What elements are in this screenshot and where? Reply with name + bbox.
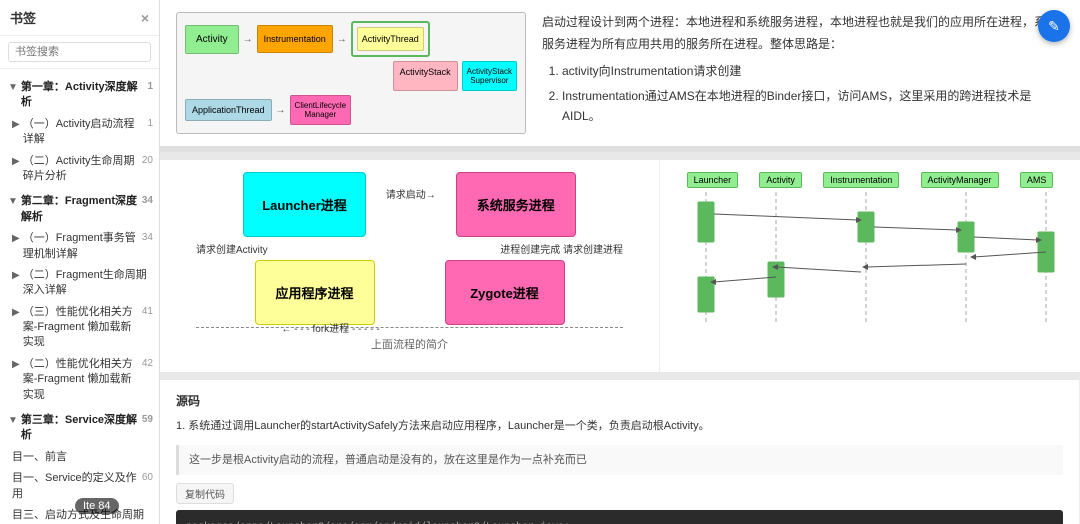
sidebar-page-num: 34 — [138, 231, 153, 245]
copy-code-button[interactable]: 复制代码 — [176, 483, 234, 504]
sidebar-search-container — [0, 36, 159, 69]
intro-paragraph: 启动过程设计到两个进程：本地进程和系统服务进程，本地进程也就是我们的应用所在进程… — [542, 12, 1064, 55]
expand-arrow-icon: ▶ — [12, 306, 20, 320]
sidebar-page-num: 20 — [138, 154, 153, 168]
float-edit-button[interactable]: ✎ — [1038, 10, 1070, 42]
expand-arrow-icon: ▼ — [8, 81, 18, 95]
step1: activity向Instrumentation请求创建 — [562, 61, 1064, 81]
top-diagram: Activity → Instrumentation → ActivityThr… — [176, 12, 526, 134]
sidebar-item-fragment-perf2[interactable]: ▶ （二）性能优化相关方案-Fragment 懒加载新实现 42 — [0, 354, 159, 406]
sidebar-item-chapter2[interactable]: ▼ 第二章：Fragment深度解析 34 — [0, 191, 159, 228]
sidebar-page-num: 34 — [138, 194, 153, 208]
diagram-footer: 上面流程的简介 — [371, 336, 448, 352]
steps-list: activity向Instrumentation请求创建 Instrumenta… — [562, 61, 1064, 126]
sequence-diagram: Launcher Activity Instrumentation Activi… — [676, 172, 1064, 332]
source-area: 源码 1. 系统通过调用Launcher的startActivitySafely… — [160, 380, 1080, 524]
sidebar-page-num: 60 — [138, 471, 153, 485]
activity-box: Activity — [185, 25, 239, 54]
sidebar-item-fragment-perf1[interactable]: ▶ （三）性能优化相关方案-Fragment 懒加载新实现 41 — [0, 302, 159, 354]
sidebar-item-service-intro[interactable]: 目一、前言 — [0, 447, 159, 468]
activitystack-box: ActivityStack — [393, 61, 458, 91]
sidebar-item-label: （一）Activity启动流程详解 — [23, 117, 144, 148]
launcher-box: Launcher进程 — [243, 172, 366, 237]
edit-icon: ✎ — [1048, 18, 1060, 35]
sidebar-item-label: 第二章：Fragment深度解析 — [21, 194, 138, 225]
expand-arrow-icon: ▶ — [12, 232, 20, 246]
sidebar-page-num: 42 — [138, 357, 153, 371]
seq-actor-ams: AMS — [1020, 172, 1054, 188]
sidebar-page-num: 1 — [143, 117, 153, 131]
sidebar-item-activity-launch[interactable]: ▶ （一）Activity启动流程详解 1 — [0, 114, 159, 151]
source-num: 1. — [176, 420, 188, 432]
seq-actor-instrumentation: Instrumentation — [823, 172, 899, 188]
seq-actor-activitymanager: ActivityManager — [921, 172, 999, 188]
intro-text-area: 启动过程设计到两个进程：本地进程和系统服务进程，本地进程也就是我们的应用所在进程… — [542, 12, 1064, 134]
sidebar-item-label: （二）Activity生命周期碎片分析 — [23, 154, 138, 185]
sidebar-item-label: 目一、前言 — [12, 450, 67, 465]
sidebar-header: 书签 × — [0, 0, 159, 36]
search-input[interactable] — [8, 42, 151, 62]
sidebar-item-label: （一）Fragment事务管理机制详解 — [23, 231, 138, 262]
sidebar-item-label: 第三章：Service深度解析 — [21, 413, 138, 444]
activitystacksupervisor-box: ActivityStackSupervisor — [462, 61, 517, 91]
expand-arrow-icon: ▶ — [12, 358, 20, 372]
app-process-box: 应用程序进程 — [255, 260, 375, 325]
sidebar-title: 书签 — [10, 8, 36, 27]
sidebar-item-chapter3[interactable]: ▼ 第三章：Service深度解析 59 — [0, 410, 159, 447]
sidebar: 书签 × ▼ 第一章：Activity深度解析 1 ▶ （一）Activity启… — [0, 0, 160, 524]
sidebar-page-num: 1 — [143, 80, 153, 94]
system-service-box: 系统服务进程 — [456, 172, 576, 237]
sidebar-close-icon[interactable]: × — [141, 10, 149, 26]
sidebar-item-label: （三）性能优化相关方案-Fragment 懒加载新实现 — [23, 305, 138, 351]
expand-arrow-icon: ▶ — [12, 118, 20, 132]
seq-actor-activity: Activity — [759, 172, 802, 188]
quote-text: 这一步是根Activity启动的流程，普通启动是没有的，放在这里是作为一点补充而… — [189, 454, 587, 466]
arrow1-label: 请求启动→ — [386, 186, 436, 201]
code-line-path: packages/apps/Launcher3/src/com/android/… — [186, 520, 1053, 524]
sidebar-item-label: 目一、Service的定义及作用 — [12, 471, 138, 502]
sidebar-page-num: 41 — [138, 305, 153, 319]
activitythread-box: ActivityThread — [357, 27, 424, 51]
sidebar-item-fragment-lifecycle[interactable]: ▶ （二）Fragment生命周期深入详解 — [0, 265, 159, 302]
source-text-1: 系统通过调用Launcher的startActivitySafely方法来启动应… — [188, 420, 709, 432]
sidebar-item-fragment-transaction[interactable]: ▶ （一）Fragment事务管理机制详解 34 — [0, 228, 159, 265]
arrow-request-create: 请求创建Activity — [196, 241, 268, 256]
zygote-box: Zygote进程 — [445, 260, 565, 325]
main-content: Activity → Instrumentation → ActivityThr… — [160, 0, 1080, 524]
sequence-diagram-area: Launcher Activity Instrumentation Activi… — [660, 160, 1080, 372]
seq-header: Launcher Activity Instrumentation Activi… — [676, 172, 1064, 188]
expand-arrow-icon: ▼ — [8, 414, 18, 428]
sequence-svg — [676, 192, 1064, 322]
expand-arrow-icon: ▶ — [12, 155, 20, 169]
sidebar-item-label: （二）Fragment生命周期深入详解 — [23, 268, 149, 299]
top-section: Activity → Instrumentation → ActivityThr… — [160, 0, 1080, 152]
source-title: 源码 — [176, 392, 1063, 409]
page-indicator: Ite 84 — [75, 498, 119, 514]
bottom-section: 源码 1. 系统通过调用Launcher的startActivitySafely… — [160, 372, 1080, 524]
source-quote: 这一步是根Activity启动的流程，普通启动是没有的，放在这里是作为一点补充而… — [176, 445, 1063, 476]
expand-arrow-icon: ▶ — [12, 269, 20, 283]
step2: Instrumentation通过AMS在本地进程的Binder接口，访问AMS… — [562, 86, 1064, 127]
code-block: packages/apps/Launcher3/src/com/android/… — [176, 510, 1063, 524]
process-flow-area: Launcher进程 请求启动→ 系统服务进程 请求创建Activity 进程创… — [160, 160, 660, 372]
expand-arrow-icon: ▼ — [8, 195, 18, 209]
sidebar-item-label: 第一章：Activity深度解析 — [21, 80, 144, 111]
sidebar-item-activity-lifecycle[interactable]: ▶ （二）Activity生命周期碎片分析 20 — [0, 151, 159, 188]
seq-actor-launcher: Launcher — [687, 172, 739, 188]
sidebar-item-label: （二）性能优化相关方案-Fragment 懒加载新实现 — [23, 357, 138, 403]
sidebar-list: ▼ 第一章：Activity深度解析 1 ▶ （一）Activity启动流程详解… — [0, 69, 159, 524]
sidebar-page-num: 59 — [138, 413, 153, 427]
applicationthread-box: ApplicationThread — [185, 99, 272, 121]
clientlifecycle-box: ClientLifecycleManager — [290, 95, 352, 125]
arrow-process-created: 进程创建完成 请求创建进程 — [500, 241, 623, 256]
instrumentation-box: Instrumentation — [257, 25, 333, 53]
sidebar-item-chapter1[interactable]: ▼ 第一章：Activity深度解析 1 — [0, 77, 159, 114]
source-item-1: 1. 系统通过调用Launcher的startActivitySafely方法来… — [176, 417, 1063, 437]
mid-section: Launcher进程 请求启动→ 系统服务进程 请求创建Activity 进程创… — [160, 152, 1080, 372]
